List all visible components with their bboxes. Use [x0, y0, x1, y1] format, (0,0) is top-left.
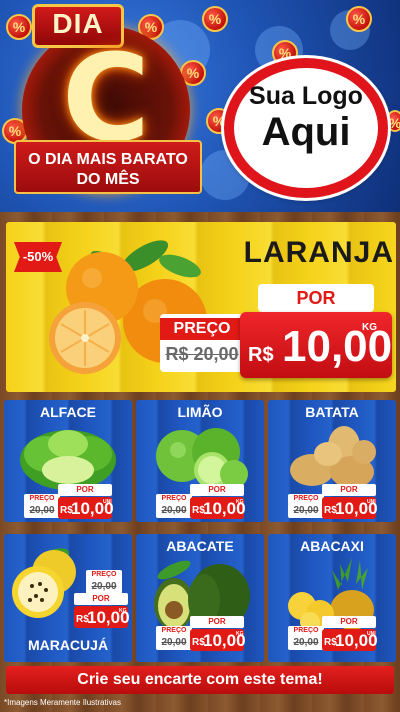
- hero-currency: R$: [248, 344, 274, 366]
- percent-coin-icon: %: [386, 110, 400, 132]
- product-name: LIMÃO: [177, 404, 223, 420]
- unit: KG: [119, 608, 127, 614]
- passion-fruit-image: [12, 548, 76, 618]
- por-label: POR: [58, 484, 112, 496]
- preco-label: PREÇO: [91, 571, 117, 578]
- hero-preco-label: PREÇO: [160, 318, 244, 340]
- por-label: POR: [190, 484, 244, 496]
- product-name: ALFACE: [40, 404, 96, 420]
- ribbon-text-line1: O DIA MAIS BARATO: [28, 151, 188, 168]
- old-price: 20,00: [91, 581, 117, 592]
- discount-badge: -50%: [14, 242, 62, 272]
- old-price: 20,00: [161, 505, 187, 516]
- percent-coin-icon: %: [202, 6, 228, 32]
- preco-label: PREÇO: [293, 495, 319, 502]
- por-label: POR: [322, 484, 376, 496]
- lime-image: [156, 428, 248, 488]
- hero-old-price: R$ 20,00: [165, 344, 239, 364]
- por-label: POR: [190, 616, 244, 628]
- unit: UNI: [367, 631, 376, 637]
- old-price: 20,00: [293, 505, 319, 516]
- product-name: MARACUJÁ: [27, 637, 109, 653]
- old-price: 20,00: [161, 637, 187, 648]
- old-price: 20,00: [29, 505, 55, 516]
- product-name: BATATA: [305, 404, 359, 420]
- preco-label: PREÇO: [161, 627, 187, 634]
- unit: KG: [236, 499, 244, 505]
- preco-label: PREÇO: [29, 495, 55, 502]
- product-name: ABACAXI: [300, 538, 364, 554]
- percent-coin-icon: %: [346, 6, 372, 32]
- hero-product-name: LARANJA: [243, 236, 394, 269]
- por-label: POR: [74, 593, 128, 605]
- lettuce-image: [20, 430, 116, 490]
- flyer-page: % % % % % % % % % DIA C O DIA MAIS BARAT…: [0, 0, 400, 712]
- product-name: ABACATE: [166, 538, 234, 554]
- ribbon-text-line2: DO MÊS: [76, 171, 140, 188]
- logo-text-line2: Aqui: [261, 110, 351, 154]
- old-price: 20,00: [293, 637, 319, 648]
- disclaimer-text: *Imagens Meramente Ilustrativas: [4, 698, 121, 707]
- unit: UNI: [103, 499, 112, 505]
- preco-label: PREÇO: [293, 627, 319, 634]
- hero-unit: KG: [362, 322, 377, 333]
- por-label: POR: [322, 616, 376, 628]
- unit: UNI: [367, 499, 376, 505]
- logo-text-line1: Sua Logo: [249, 82, 363, 110]
- hero-por-label: POR: [258, 284, 374, 312]
- percent-coin-icon: %: [6, 14, 32, 40]
- potato-image: [290, 426, 376, 488]
- unit: KG: [236, 631, 244, 637]
- cta-button[interactable]: Crie seu encarte com este tema!: [6, 666, 394, 694]
- preco-label: PREÇO: [161, 495, 187, 502]
